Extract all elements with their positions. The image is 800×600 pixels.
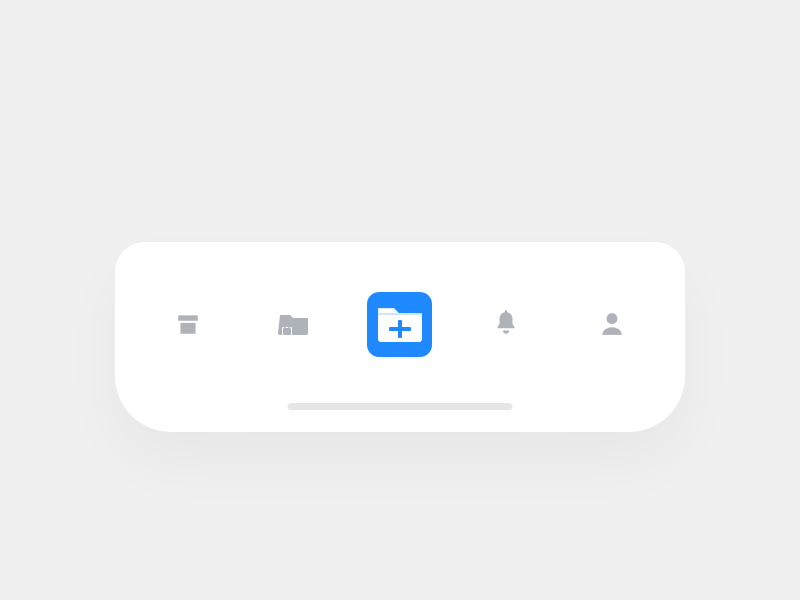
bottom-nav-bar (115, 242, 685, 432)
screen (0, 0, 800, 600)
active-highlight (367, 292, 432, 357)
home-indicator (288, 403, 513, 410)
nav-items-row (115, 284, 685, 364)
lock-folder-icon (278, 311, 310, 337)
nav-item-archive[interactable] (156, 292, 221, 357)
nav-item-add-folder[interactable] (367, 292, 432, 357)
bell-icon (493, 310, 519, 338)
nav-item-locked-folder[interactable] (262, 292, 327, 357)
nav-item-profile[interactable] (579, 292, 644, 357)
person-icon (599, 311, 625, 337)
nav-item-alerts[interactable] (473, 292, 538, 357)
add-folder-icon (375, 302, 425, 346)
archive-icon (175, 311, 201, 337)
